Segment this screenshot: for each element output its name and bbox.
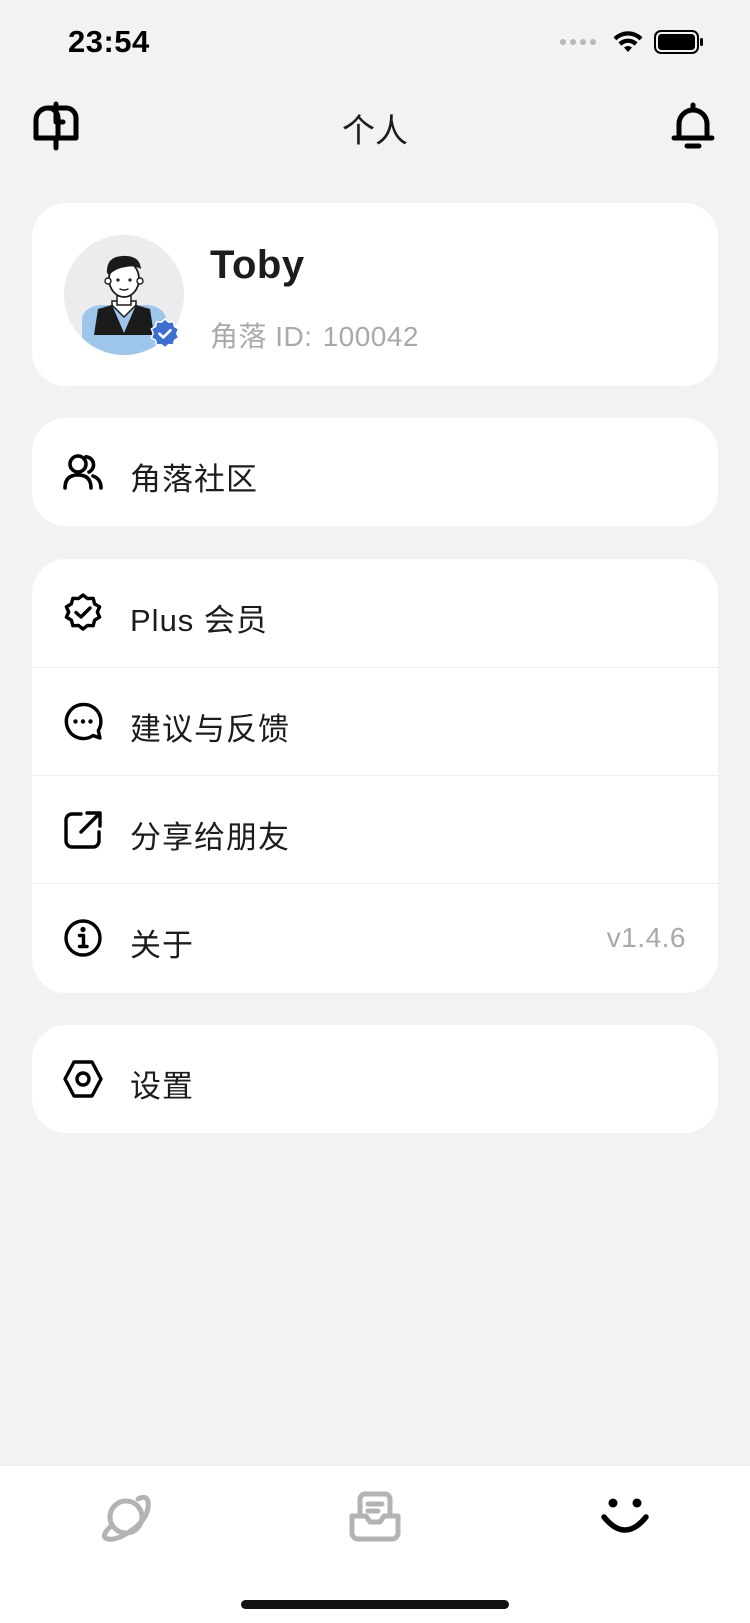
menu-row-community[interactable]: 角落社区 bbox=[32, 418, 718, 526]
settings-card: 设置 bbox=[32, 1025, 718, 1133]
hexagon-settings-icon bbox=[63, 1060, 103, 1098]
profile-id: 角落 ID: 100042 bbox=[210, 315, 419, 355]
status-icons bbox=[560, 30, 704, 54]
profile-screen: 23:54 个人 Toby 角落 ID: 100042 角落社区 Plus 会员… bbox=[0, 0, 750, 1623]
profile-name: Toby bbox=[210, 243, 305, 287]
signal-dots-icon bbox=[560, 39, 596, 45]
chat-bubble-icon bbox=[64, 702, 103, 741]
battery-icon bbox=[654, 30, 703, 54]
bell-icon[interactable] bbox=[670, 100, 716, 152]
page-title: 个人 bbox=[342, 112, 408, 149]
menu-row-label: 角落社区 bbox=[130, 462, 258, 497]
info-icon bbox=[64, 919, 102, 957]
menu-row-label: 设置 bbox=[130, 1069, 194, 1104]
status-time: 23:54 bbox=[68, 24, 150, 59]
menu-row-label: 关于 bbox=[130, 928, 194, 963]
menu-row-share[interactable]: 分享给朋友 bbox=[32, 775, 718, 883]
smile-icon[interactable] bbox=[597, 1489, 653, 1545]
nav-bar: 个人 bbox=[0, 88, 750, 168]
menu-card: Plus 会员 建议与反馈 分享给朋友 关于 v1.4.6 bbox=[32, 559, 718, 993]
home-indicator bbox=[241, 1600, 509, 1609]
wifi-icon bbox=[613, 31, 643, 52]
profile-id-value: 100042 bbox=[322, 321, 419, 352]
status-bar: 23:54 bbox=[0, 0, 750, 88]
menu-row-feedback[interactable]: 建议与反馈 bbox=[32, 667, 718, 775]
share-icon bbox=[64, 811, 102, 849]
people-icon bbox=[63, 454, 103, 490]
verified-badge-icon bbox=[150, 318, 180, 349]
menu-row-plus[interactable]: Plus 会员 bbox=[32, 559, 718, 667]
profile-card[interactable]: Toby 角落 ID: 100042 bbox=[32, 203, 718, 386]
menu-row-label: 分享给朋友 bbox=[130, 820, 290, 855]
menu-row-settings[interactable]: 设置 bbox=[32, 1025, 718, 1133]
menu-row-label: 建议与反馈 bbox=[130, 712, 290, 747]
community-card: 角落社区 bbox=[32, 418, 718, 526]
menu-row-label: Plus 会员 bbox=[130, 603, 268, 638]
badge-check-icon bbox=[64, 593, 102, 631]
menu-row-about[interactable]: 关于 v1.4.6 bbox=[32, 883, 718, 991]
planet-icon[interactable] bbox=[98, 1489, 154, 1545]
app-version: v1.4.6 bbox=[606, 922, 686, 953]
profile-id-label: 角落 ID: bbox=[210, 321, 313, 352]
inbox-icon[interactable] bbox=[347, 1489, 403, 1545]
